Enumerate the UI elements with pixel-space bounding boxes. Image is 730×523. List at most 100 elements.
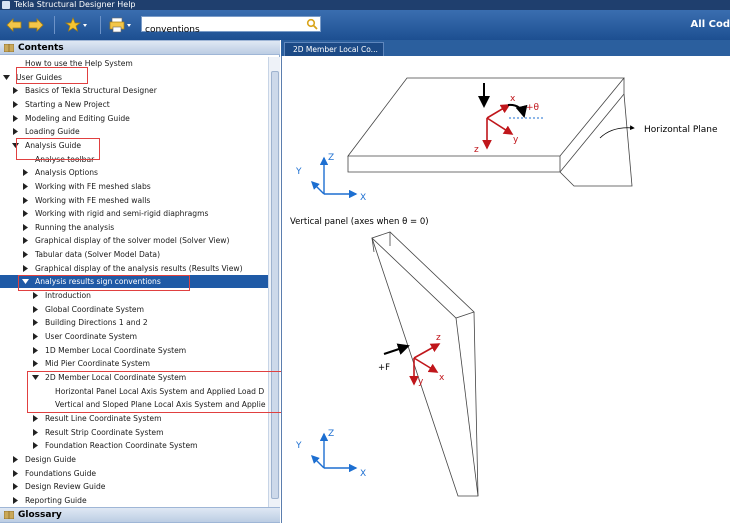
forward-button[interactable] [27,15,45,35]
tree-item[interactable]: Design Review Guide [0,480,268,493]
forward-arrow-icon [28,18,44,32]
tree-item[interactable]: Graphical display of the solver model (S… [0,234,268,247]
highlight-sign-conventions [18,275,190,291]
collapsed-triangle-icon[interactable] [22,182,29,190]
vertical-panel-caption: Vertical panel (axes when θ = 0) [290,217,429,227]
tree-item-label: Modeling and Editing Guide [25,113,130,123]
tree-item[interactable]: Tabular data (Solver Model Data) [0,248,268,261]
collapsed-triangle-icon[interactable] [12,128,19,136]
window-title-bar: Tekla Structural Designer Help [0,0,730,10]
back-arrow-icon [6,18,22,32]
tree-item-label: Design Review Guide [25,482,106,492]
collapsed-triangle-icon[interactable] [22,223,29,231]
collapsed-triangle-icon[interactable] [12,483,19,491]
collapsed-triangle-icon[interactable] [22,210,29,218]
tree-scrollbar[interactable] [268,57,280,508]
collapsed-triangle-icon[interactable] [32,414,39,422]
tree-item[interactable]: Starting a New Project [0,98,268,111]
tree-item-label: User Coordinate System [45,332,138,341]
contents-header[interactable]: Contents [0,40,280,55]
tree-item[interactable]: Graphical display of the analysis result… [0,262,268,275]
collapsed-triangle-icon[interactable] [12,114,19,122]
collapsed-triangle-icon[interactable] [32,319,39,327]
topic-pane: 2D Member Local Co... x +θ y z Horizonta… [281,40,730,523]
collapsed-triangle-icon[interactable] [22,264,29,272]
collapsed-triangle-icon[interactable] [32,305,39,313]
tree-item-label: 1D Member Local Coordinate System [45,345,187,355]
search-input[interactable] [142,23,302,37]
collapsed-triangle-icon[interactable] [12,87,19,95]
collapsed-triangle-icon[interactable] [32,428,39,436]
global-y-label-top: Y [295,167,302,177]
tree-item[interactable]: Analysis Options [0,166,268,179]
collapsed-triangle-icon[interactable] [32,360,39,368]
book-icon [4,44,14,52]
glossary-header[interactable]: Glossary [0,507,280,523]
tree-item[interactable]: Working with rigid and semi-rigid diaphr… [0,207,268,220]
favorites-star-icon [65,17,87,32]
app-icon [2,1,10,9]
search-icon[interactable] [306,18,318,30]
tree-item[interactable]: Loading Guide [0,125,268,138]
tree-item[interactable]: Result Strip Coordinate System [0,426,268,439]
tab-2d-member-local[interactable]: 2D Member Local Co... [284,42,384,56]
axis-y-label-top: y [513,135,519,145]
local-axes-top [482,104,514,150]
tree-item[interactable]: Running the analysis [0,221,268,234]
glossary-header-label: Glossary [18,510,62,520]
horizontal-plane-label: Horizontal Plane [644,125,718,135]
tree-item-label: Tabular data (Solver Model Data) [35,250,161,260]
expanded-triangle-icon[interactable] [3,74,10,81]
tree-item[interactable]: 1D Member Local Coordinate System [0,344,268,357]
collapsed-triangle-icon[interactable] [22,251,29,259]
toolbar-separator [54,16,55,34]
back-button[interactable] [5,15,23,35]
collapsed-triangle-icon[interactable] [32,292,39,300]
collapsed-triangle-icon[interactable] [22,237,29,245]
tree-item[interactable]: Working with FE meshed slabs [0,180,268,193]
tree-item[interactable]: Global Coordinate System [0,303,268,316]
tree-item[interactable]: Foundations Guide [0,467,268,480]
tree-item[interactable]: Working with FE meshed walls [0,194,268,207]
tree-item[interactable]: Design Guide [0,453,268,466]
tree-item[interactable]: Foundation Reaction Coordinate System [0,439,268,452]
tree-scrollbar-thumb[interactable] [271,71,279,499]
global-y-label-bottom: Y [295,441,302,451]
collapsed-triangle-icon[interactable] [12,100,19,108]
tree-item[interactable]: Modeling and Editing Guide [0,112,268,125]
collapsed-triangle-icon[interactable] [32,346,39,354]
tree-item-label: Starting a New Project [25,99,110,109]
tree-item[interactable]: Building Directions 1 and 2 [0,316,268,329]
tree-item[interactable]: Basics of Tekla Structural Designer [0,84,268,97]
collapsed-triangle-icon[interactable] [32,333,39,340]
collapsed-triangle-icon[interactable] [12,469,19,477]
force-label: +F [378,363,390,373]
tree-item-label: Result Strip Coordinate System [45,427,164,437]
axis-x-label-vertical: x [439,373,445,383]
collapsed-triangle-icon[interactable] [32,442,39,450]
tree-item-label: Reporting Guide [25,495,87,505]
tree-item-label: Basics of Tekla Structural Designer [25,86,157,96]
print-button[interactable] [108,15,134,35]
tree-item-label: Global Coordinate System [45,304,144,314]
tree-item-label: Working with FE meshed slabs [35,181,151,191]
global-z-label-top: Z [328,153,334,163]
collapsed-triangle-icon[interactable] [12,455,19,463]
collapsed-triangle-icon[interactable] [12,496,19,504]
tree-item-label: Graphical display of the analysis result… [35,263,243,273]
tree-item[interactable]: Mid Pier Coordinate System [0,357,268,370]
print-icon [109,17,131,33]
book-icon [4,511,14,519]
favorites-button[interactable] [64,15,90,35]
collapsed-triangle-icon[interactable] [22,196,29,204]
window-title: Tekla Structural Designer Help [14,0,136,9]
tree-item[interactable]: Reporting Guide [0,494,268,507]
force-arrow [383,343,410,355]
tree-item[interactable]: User Coordinate System [0,330,268,343]
collapsed-triangle-icon[interactable] [22,169,29,177]
tree-item-label: Mid Pier Coordinate System [45,359,150,369]
tree-item[interactable]: Result Line Coordinate System [0,412,268,425]
global-axes-bottom [311,432,358,473]
search-box[interactable] [141,16,321,37]
all-content-label[interactable]: All Cod [691,19,730,30]
